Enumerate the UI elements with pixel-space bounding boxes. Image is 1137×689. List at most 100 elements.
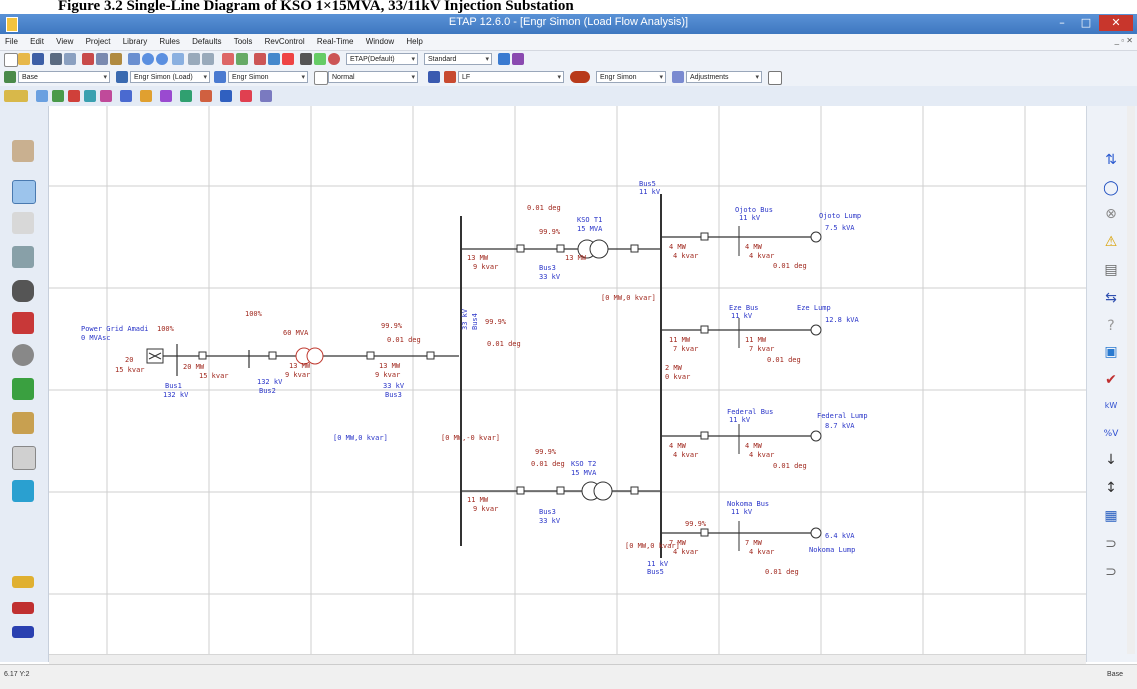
export-icon[interactable]: ▦ — [1101, 506, 1121, 526]
grid-icon[interactable] — [222, 53, 234, 65]
eze-load-symbol[interactable] — [810, 324, 822, 336]
cable-tool-icon[interactable] — [12, 212, 34, 234]
study-case-icon[interactable] — [116, 71, 128, 83]
transformer-tool-icon[interactable] — [12, 180, 36, 204]
menu-edit[interactable]: Edit — [25, 34, 49, 46]
harmonic-icon[interactable] — [100, 90, 112, 102]
breaker-nokoma[interactable] — [700, 528, 709, 537]
query-icon[interactable]: ? — [1101, 316, 1121, 336]
zoom-in-icon[interactable] — [142, 53, 154, 65]
ojoto-load-symbol[interactable] — [810, 231, 822, 243]
breaker-3[interactable] — [366, 351, 375, 360]
copy-icon[interactable] — [96, 53, 108, 65]
study-case-combo[interactable]: Engr Simon (Load) — [130, 71, 210, 83]
menu-help[interactable]: Help — [401, 34, 427, 46]
output-combo[interactable]: Engr Simon — [596, 71, 666, 83]
breaker-eze[interactable] — [700, 325, 709, 334]
save-icon[interactable] — [32, 53, 44, 65]
alert-icon[interactable]: ⚠ — [1101, 232, 1121, 252]
continuity-icon[interactable] — [236, 53, 248, 65]
update-cable-icon[interactable]: ◯ — [1101, 178, 1121, 198]
print-preview-icon[interactable] — [64, 53, 76, 65]
check-icon[interactable] — [314, 53, 326, 65]
kso-transformer-t2[interactable] — [581, 481, 613, 501]
breaker-6[interactable] — [556, 244, 565, 253]
edit-mode-icon[interactable] — [4, 90, 28, 102]
open-folder-icon[interactable] — [18, 53, 30, 65]
generator-tool-icon[interactable] — [12, 378, 34, 400]
motor-tool-icon[interactable] — [12, 344, 34, 366]
report-manager-icon[interactable]: ▤ — [1101, 260, 1121, 280]
display-option-3-icon[interactable] — [12, 626, 34, 638]
theme-icon[interactable] — [254, 53, 266, 65]
transient-icon[interactable] — [120, 90, 132, 102]
presentation-icon[interactable] — [214, 71, 226, 83]
output-report-icon[interactable] — [570, 71, 590, 83]
sld-icon[interactable] — [36, 90, 48, 102]
run-load-flow-icon[interactable]: ⇅ — [1101, 150, 1121, 170]
reactor-tool-icon[interactable] — [12, 280, 34, 302]
reliability-icon[interactable] — [180, 90, 192, 102]
get-template-icon[interactable] — [268, 53, 280, 65]
plot2-icon[interactable]: ⊃ — [1101, 562, 1121, 582]
compare-icon[interactable]: ⇆ — [1101, 288, 1121, 308]
breaker-8[interactable] — [516, 486, 525, 495]
new-file-icon[interactable] — [4, 53, 18, 67]
current-icon[interactable]: ↓ — [1101, 450, 1121, 470]
bus-tool-icon[interactable] — [12, 140, 34, 162]
display-option-1-icon[interactable] — [12, 576, 34, 588]
breaker-1[interactable] — [198, 351, 207, 360]
vertical-scrollbar[interactable] — [1127, 106, 1135, 654]
breaker-9[interactable] — [556, 486, 565, 495]
add-template-icon[interactable] — [282, 53, 294, 65]
menu-library[interactable]: Library — [118, 34, 152, 46]
units-icon[interactable] — [512, 53, 524, 65]
redo-icon[interactable] — [202, 53, 214, 65]
undo-icon[interactable] — [188, 53, 200, 65]
one-line-diagram-canvas[interactable]: Power Grid Amadi 0 MVAsc 20 15 kvar 100%… — [49, 106, 1086, 654]
mdi-controls[interactable]: _ ▫ ✕ — [1115, 36, 1133, 45]
breaker-10[interactable] — [630, 486, 639, 495]
frequency-icon[interactable] — [498, 53, 510, 65]
find-icon[interactable] — [300, 53, 312, 65]
alert-view-icon[interactable] — [768, 71, 782, 85]
breaker-7[interactable] — [630, 244, 639, 253]
mode-combo[interactable]: Normal — [328, 71, 418, 83]
menu-view[interactable]: View — [51, 34, 78, 46]
composite-tool-icon[interactable] — [12, 446, 36, 470]
presentation-combo[interactable]: Engr Simon — [228, 71, 308, 83]
close-button[interactable]: ✕ — [1099, 15, 1133, 31]
percent-v-icon[interactable]: %V — [1101, 424, 1121, 444]
lf-icon[interactable] — [444, 71, 456, 83]
optimal-icon[interactable] — [220, 90, 232, 102]
menu-tools[interactable]: Tools — [229, 34, 258, 46]
display-option-2-icon[interactable] — [12, 602, 34, 614]
lf-combo[interactable]: LF — [458, 71, 564, 83]
motor-starting-icon[interactable] — [84, 90, 96, 102]
ground-grid-icon[interactable] — [260, 90, 272, 102]
revision-icon[interactable] — [428, 71, 440, 83]
plot-icon[interactable]: ⊃ — [1101, 534, 1121, 554]
pen-tool-icon[interactable] — [12, 312, 34, 334]
menu-rules[interactable]: Rules — [154, 34, 184, 46]
menu-window[interactable]: Window — [361, 34, 399, 46]
adjust-icon[interactable] — [672, 71, 684, 83]
breaker-federal[interactable] — [700, 431, 709, 440]
base-combo[interactable]: Base — [18, 71, 110, 83]
breaker-4[interactable] — [426, 351, 435, 360]
help-icon[interactable] — [328, 53, 340, 65]
menu-project[interactable]: Project — [81, 34, 116, 46]
menu-realtime[interactable]: Real-Time — [312, 34, 359, 46]
cut-icon[interactable] — [82, 53, 94, 65]
maximize-button[interactable]: □ — [1075, 15, 1097, 31]
config-combo[interactable]: ETAP(Default) — [346, 53, 418, 65]
standard-combo[interactable]: Standard — [424, 53, 492, 65]
menu-revcontrol[interactable]: RevControl — [260, 34, 310, 46]
federal-load-symbol[interactable] — [810, 430, 822, 442]
menu-defaults[interactable]: Defaults — [187, 34, 226, 46]
dc-icon[interactable] — [160, 90, 172, 102]
minimize-button[interactable]: – — [1051, 15, 1073, 31]
trash-tool-icon[interactable] — [12, 480, 34, 502]
protective-icon[interactable] — [140, 90, 152, 102]
load-flow-icon[interactable] — [52, 90, 64, 102]
